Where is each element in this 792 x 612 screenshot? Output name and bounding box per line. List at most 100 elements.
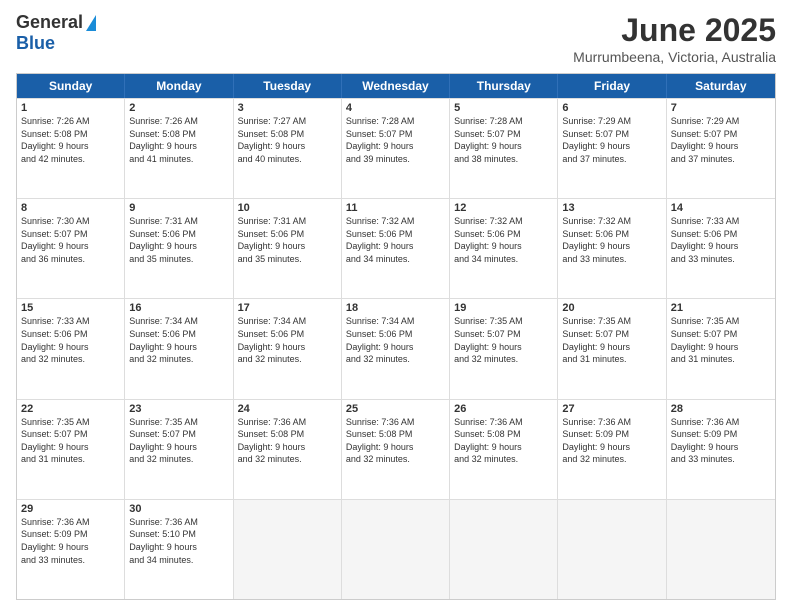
day-number: 16 bbox=[129, 302, 228, 314]
day-number: 28 bbox=[671, 403, 771, 415]
page: General Blue June 2025 Murrumbeena, Vict… bbox=[0, 0, 792, 612]
calendar-cell: 13Sunrise: 7:32 AM Sunset: 5:06 PM Dayli… bbox=[558, 199, 666, 298]
calendar-cell: 24Sunrise: 7:36 AM Sunset: 5:08 PM Dayli… bbox=[234, 400, 342, 499]
day-info: Sunrise: 7:29 AM Sunset: 5:07 PM Dayligh… bbox=[671, 115, 771, 165]
day-info: Sunrise: 7:32 AM Sunset: 5:06 PM Dayligh… bbox=[562, 215, 661, 265]
day-number: 24 bbox=[238, 403, 337, 415]
day-number: 14 bbox=[671, 202, 771, 214]
calendar: Sunday Monday Tuesday Wednesday Thursday… bbox=[16, 73, 776, 600]
calendar-cell: 10Sunrise: 7:31 AM Sunset: 5:06 PM Dayli… bbox=[234, 199, 342, 298]
day-info: Sunrise: 7:36 AM Sunset: 5:10 PM Dayligh… bbox=[129, 516, 228, 566]
day-number: 5 bbox=[454, 102, 553, 114]
calendar-cell: 14Sunrise: 7:33 AM Sunset: 5:06 PM Dayli… bbox=[667, 199, 775, 298]
calendar-cell: 30Sunrise: 7:36 AM Sunset: 5:10 PM Dayli… bbox=[125, 500, 233, 599]
calendar-cell: 4Sunrise: 7:28 AM Sunset: 5:07 PM Daylig… bbox=[342, 99, 450, 198]
header-thursday: Thursday bbox=[450, 74, 558, 98]
day-number: 13 bbox=[562, 202, 661, 214]
calendar-cell bbox=[234, 500, 342, 599]
calendar-row-2: 8Sunrise: 7:30 AM Sunset: 5:07 PM Daylig… bbox=[17, 198, 775, 298]
calendar-cell bbox=[558, 500, 666, 599]
day-info: Sunrise: 7:34 AM Sunset: 5:06 PM Dayligh… bbox=[129, 315, 228, 365]
calendar-cell: 19Sunrise: 7:35 AM Sunset: 5:07 PM Dayli… bbox=[450, 299, 558, 398]
calendar-cell: 29Sunrise: 7:36 AM Sunset: 5:09 PM Dayli… bbox=[17, 500, 125, 599]
logo: General Blue bbox=[16, 12, 96, 54]
header: General Blue June 2025 Murrumbeena, Vict… bbox=[16, 12, 776, 65]
day-info: Sunrise: 7:36 AM Sunset: 5:09 PM Dayligh… bbox=[671, 416, 771, 466]
day-info: Sunrise: 7:30 AM Sunset: 5:07 PM Dayligh… bbox=[21, 215, 120, 265]
calendar-row-3: 15Sunrise: 7:33 AM Sunset: 5:06 PM Dayli… bbox=[17, 298, 775, 398]
calendar-cell bbox=[667, 500, 775, 599]
calendar-cell: 6Sunrise: 7:29 AM Sunset: 5:07 PM Daylig… bbox=[558, 99, 666, 198]
day-number: 21 bbox=[671, 302, 771, 314]
logo-triangle-icon bbox=[86, 15, 96, 31]
day-number: 18 bbox=[346, 302, 445, 314]
day-number: 22 bbox=[21, 403, 120, 415]
day-info: Sunrise: 7:26 AM Sunset: 5:08 PM Dayligh… bbox=[21, 115, 120, 165]
day-info: Sunrise: 7:27 AM Sunset: 5:08 PM Dayligh… bbox=[238, 115, 337, 165]
day-number: 25 bbox=[346, 403, 445, 415]
calendar-cell bbox=[450, 500, 558, 599]
day-info: Sunrise: 7:35 AM Sunset: 5:07 PM Dayligh… bbox=[129, 416, 228, 466]
title-block: June 2025 Murrumbeena, Victoria, Austral… bbox=[573, 12, 776, 65]
calendar-cell: 8Sunrise: 7:30 AM Sunset: 5:07 PM Daylig… bbox=[17, 199, 125, 298]
calendar-header: Sunday Monday Tuesday Wednesday Thursday… bbox=[17, 74, 775, 98]
calendar-cell: 20Sunrise: 7:35 AM Sunset: 5:07 PM Dayli… bbox=[558, 299, 666, 398]
day-info: Sunrise: 7:34 AM Sunset: 5:06 PM Dayligh… bbox=[238, 315, 337, 365]
calendar-row-5: 29Sunrise: 7:36 AM Sunset: 5:09 PM Dayli… bbox=[17, 499, 775, 599]
calendar-cell: 11Sunrise: 7:32 AM Sunset: 5:06 PM Dayli… bbox=[342, 199, 450, 298]
day-number: 19 bbox=[454, 302, 553, 314]
header-wednesday: Wednesday bbox=[342, 74, 450, 98]
day-info: Sunrise: 7:35 AM Sunset: 5:07 PM Dayligh… bbox=[454, 315, 553, 365]
calendar-title: June 2025 bbox=[573, 12, 776, 49]
day-number: 17 bbox=[238, 302, 337, 314]
day-number: 27 bbox=[562, 403, 661, 415]
day-number: 12 bbox=[454, 202, 553, 214]
day-number: 10 bbox=[238, 202, 337, 214]
day-number: 4 bbox=[346, 102, 445, 114]
day-number: 23 bbox=[129, 403, 228, 415]
logo-blue-text: Blue bbox=[16, 33, 55, 53]
day-number: 3 bbox=[238, 102, 337, 114]
header-saturday: Saturday bbox=[667, 74, 775, 98]
calendar-row-4: 22 Sunrise: 7:35 AM Sunset: 5:07 PM Dayli… bbox=[17, 399, 775, 499]
calendar-body: 1Sunrise: 7:26 AM Sunset: 5:08 PM Daylig… bbox=[17, 98, 775, 599]
header-friday: Friday bbox=[558, 74, 666, 98]
calendar-cell: 26Sunrise: 7:36 AM Sunset: 5:08 PM Dayli… bbox=[450, 400, 558, 499]
day-number: 8 bbox=[21, 202, 120, 214]
day-info: Sunrise: 7:32 AM Sunset: 5:06 PM Dayligh… bbox=[346, 215, 445, 265]
day-info: Sunrise: 7:26 AM Sunset: 5:08 PM Dayligh… bbox=[129, 115, 228, 165]
calendar-cell: 23Sunrise: 7:35 AM Sunset: 5:07 PM Dayli… bbox=[125, 400, 233, 499]
day-info: Sunrise: 7:28 AM Sunset: 5:07 PM Dayligh… bbox=[454, 115, 553, 165]
calendar-cell: 3Sunrise: 7:27 AM Sunset: 5:08 PM Daylig… bbox=[234, 99, 342, 198]
day-number: 9 bbox=[129, 202, 228, 214]
calendar-subtitle: Murrumbeena, Victoria, Australia bbox=[573, 49, 776, 65]
day-number: 11 bbox=[346, 202, 445, 214]
day-number: 7 bbox=[671, 102, 771, 114]
calendar-cell: 2Sunrise: 7:26 AM Sunset: 5:08 PM Daylig… bbox=[125, 99, 233, 198]
day-info: Sunrise: 7:35 AM Sunset: 5:07 PM Dayligh… bbox=[562, 315, 661, 365]
day-info: Sunrise: 7:36 AM Sunset: 5:08 PM Dayligh… bbox=[454, 416, 553, 466]
calendar-cell: 22Sunrise: 7:35 AM Sunset: 5:07 PM Dayli… bbox=[17, 400, 125, 499]
header-sunday: Sunday bbox=[17, 74, 125, 98]
calendar-cell: 1Sunrise: 7:26 AM Sunset: 5:08 PM Daylig… bbox=[17, 99, 125, 198]
day-info: Sunrise: 7:36 AM Sunset: 5:08 PM Dayligh… bbox=[238, 416, 337, 466]
day-info: Sunrise: 7:33 AM Sunset: 5:06 PM Dayligh… bbox=[21, 315, 120, 365]
header-monday: Monday bbox=[125, 74, 233, 98]
calendar-row-1: 1Sunrise: 7:26 AM Sunset: 5:08 PM Daylig… bbox=[17, 98, 775, 198]
day-number: 30 bbox=[129, 503, 228, 515]
calendar-cell: 28Sunrise: 7:36 AM Sunset: 5:09 PM Dayli… bbox=[667, 400, 775, 499]
day-info: Sunrise: 7:31 AM Sunset: 5:06 PM Dayligh… bbox=[238, 215, 337, 265]
day-info: Sunrise: 7:33 AM Sunset: 5:06 PM Dayligh… bbox=[671, 215, 771, 265]
day-info: Sunrise: 7:36 AM Sunset: 5:09 PM Dayligh… bbox=[562, 416, 661, 466]
calendar-cell bbox=[342, 500, 450, 599]
day-number: 2 bbox=[129, 102, 228, 114]
calendar-cell: 18Sunrise: 7:34 AM Sunset: 5:06 PM Dayli… bbox=[342, 299, 450, 398]
day-info: Sunrise: 7:31 AM Sunset: 5:06 PM Dayligh… bbox=[129, 215, 228, 265]
logo-general-text: General bbox=[16, 12, 83, 33]
calendar-cell: 15Sunrise: 7:33 AM Sunset: 5:06 PM Dayli… bbox=[17, 299, 125, 398]
day-number: 1 bbox=[21, 102, 120, 114]
day-info: Sunrise: 7:28 AM Sunset: 5:07 PM Dayligh… bbox=[346, 115, 445, 165]
calendar-cell: 5Sunrise: 7:28 AM Sunset: 5:07 PM Daylig… bbox=[450, 99, 558, 198]
day-info: Sunrise: 7:34 AM Sunset: 5:06 PM Dayligh… bbox=[346, 315, 445, 365]
calendar-cell: 7Sunrise: 7:29 AM Sunset: 5:07 PM Daylig… bbox=[667, 99, 775, 198]
